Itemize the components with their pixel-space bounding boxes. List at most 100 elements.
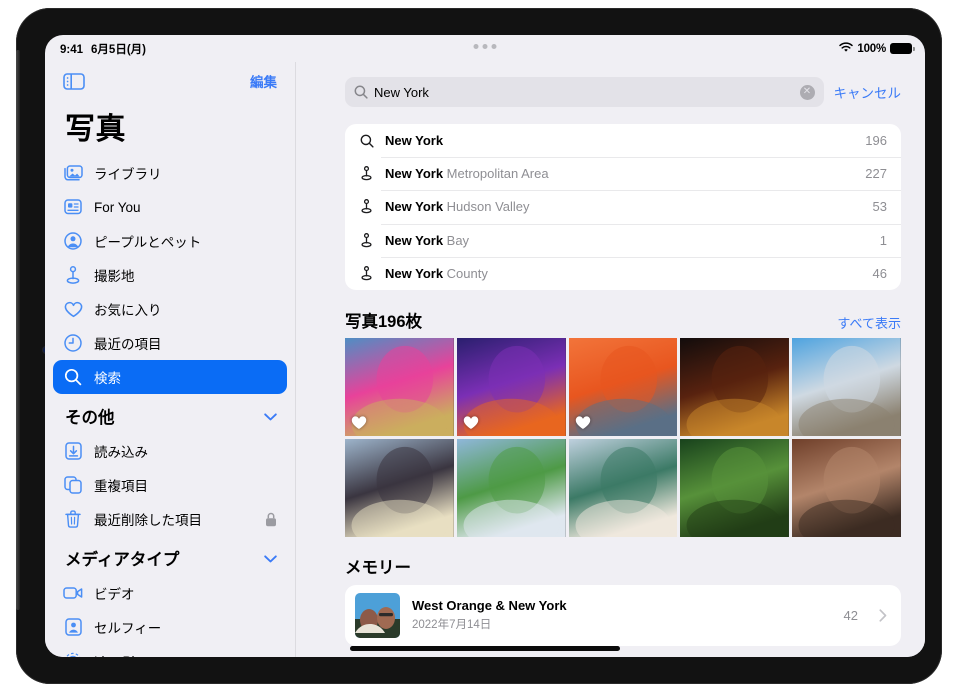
sidebar-section-title: メディアタイプ	[65, 546, 179, 570]
suggestion-label: New York Metropolitan Area	[385, 166, 855, 181]
suggestion-match: New York	[385, 233, 443, 248]
suggestion-row[interactable]: New York Hudson Valley 53	[345, 190, 901, 223]
suggestion-label: New York County	[385, 266, 863, 281]
suggestion-count: 1	[880, 233, 887, 248]
photos-section-title: 写真196枚	[345, 308, 422, 332]
memory-title: West Orange & New York	[412, 598, 832, 613]
suggestion-row[interactable]: New York Metropolitan Area 227	[345, 157, 901, 190]
search-input-value: New York	[374, 85, 794, 100]
photo-sunset-shore-blue-coat[interactable]	[569, 338, 678, 436]
suggestion-count: 53	[873, 199, 887, 214]
lock-icon	[265, 512, 277, 527]
search-icon	[63, 367, 83, 387]
sidebar-media-list: ビデオ セルフィー	[45, 576, 295, 657]
sidebar-item-recently-deleted[interactable]: 最近削除した項目	[53, 502, 287, 536]
suggestion-row[interactable]: New York 196	[345, 124, 901, 157]
photo-three-friends-outdoors[interactable]	[345, 439, 454, 537]
sidebar-item-for-you[interactable]: For You	[53, 190, 287, 224]
suggestion-match: New York	[385, 166, 443, 181]
map-signpost-icon	[358, 233, 375, 248]
map-signpost-icon	[358, 166, 375, 181]
clear-circle-icon[interactable]: ✕	[800, 85, 815, 100]
dot-1	[474, 44, 479, 49]
memories-section-title: メモリー	[345, 554, 925, 578]
sidebar-item-label: Live Photos	[94, 654, 277, 658]
photo-woman-green-floral-dress-sky[interactable]	[457, 439, 566, 537]
import-icon	[63, 441, 83, 461]
status-bar-right: 100%	[839, 42, 912, 56]
sidebar-item-imports[interactable]: 読み込み	[53, 434, 287, 468]
edit-button[interactable]: 編集	[250, 71, 277, 91]
trash-icon	[63, 509, 83, 529]
favorite-heart-icon	[463, 415, 479, 431]
suggestion-row[interactable]: New York Bay 1	[345, 224, 901, 257]
photo-woman-pink-jacket-sunflower[interactable]	[345, 338, 454, 436]
photo-green-leaf-water-droplets[interactable]	[680, 439, 789, 537]
sidebar-header: 編集	[45, 62, 295, 100]
sidebar-item-search[interactable]: 検索	[53, 360, 287, 394]
device-left-edge	[16, 50, 20, 610]
suggestion-label: New York	[385, 133, 855, 148]
search-icon	[354, 85, 368, 99]
search-bar-row: New York ✕ キャンセル	[297, 62, 925, 107]
suggestion-count: 196	[865, 133, 887, 148]
photo-woman-night-street-orange-top[interactable]	[457, 338, 566, 436]
sidebar-item-people-pets[interactable]: ピープルとペット	[53, 224, 287, 258]
sidebar-section-media-header[interactable]: メディアタイプ	[45, 536, 295, 576]
suggestion-match: New York	[385, 199, 443, 214]
memory-thumbnail-two-women	[355, 593, 400, 638]
sidebar-section-title: その他	[65, 404, 115, 428]
chevron-right-icon	[879, 609, 887, 622]
status-time: 9:41	[60, 44, 83, 56]
multitasking-control-button[interactable]	[474, 44, 497, 49]
chevron-down-icon	[264, 407, 277, 426]
cancel-button[interactable]: キャンセル	[834, 82, 902, 102]
suggestion-count: 227	[865, 166, 887, 181]
sidebar-item-label: For You	[94, 200, 277, 215]
sidebar-toggle-icon[interactable]	[63, 73, 85, 90]
sidebar-item-library[interactable]: ライブラリ	[53, 156, 287, 190]
sidebar-item-videos[interactable]: ビデオ	[53, 576, 287, 610]
map-signpost-icon	[358, 199, 375, 214]
suggestion-rest: Bay	[443, 233, 469, 248]
sidebar-item-favorites[interactable]: お気に入り	[53, 292, 287, 326]
sidebar-item-selfies[interactable]: セルフィー	[53, 610, 287, 644]
heart-icon	[63, 299, 83, 319]
memory-count: 42	[844, 608, 858, 623]
search-input[interactable]: New York ✕	[345, 77, 824, 107]
suggestion-label: New York Hudson Valley	[385, 199, 863, 214]
suggestion-match: New York	[385, 133, 443, 148]
video-icon	[63, 583, 83, 603]
places-pin-icon	[63, 265, 83, 285]
sidebar-item-places[interactable]: 撮影地	[53, 258, 287, 292]
sidebar-item-label: 読み込み	[94, 441, 277, 461]
photo-three-people-green-wall[interactable]	[569, 439, 678, 537]
map-signpost-icon	[358, 266, 375, 281]
photo-thumbnail	[680, 439, 789, 537]
sidebar-item-recents[interactable]: 最近の項目	[53, 326, 287, 360]
chevron-down-icon	[264, 549, 277, 568]
suggestion-row[interactable]: New York County 46	[345, 257, 901, 290]
sidebar-item-label: 重複項目	[94, 475, 277, 495]
ipad-screen: 9:41 6月5日(月) 100%	[45, 35, 925, 657]
sidebar-item-duplicates[interactable]: 重複項目	[53, 468, 287, 502]
wifi-icon	[839, 42, 853, 56]
photos-library-icon	[63, 163, 83, 183]
sidebar: 編集 写真 ライブラリ	[45, 62, 296, 657]
see-all-button[interactable]: すべて表示	[837, 313, 901, 332]
ipad-device-frame: 9:41 6月5日(月) 100%	[16, 8, 942, 684]
status-bar-left: 9:41 6月5日(月)	[60, 41, 146, 57]
memory-texts: West Orange & New York 2022年7月14日	[412, 598, 832, 632]
battery-icon	[890, 43, 912, 54]
sidebar-item-live-photos[interactable]: Live Photos	[53, 644, 287, 657]
photo-woman-white-dress-dock[interactable]	[792, 338, 901, 436]
photo-man-portrait-beard[interactable]	[792, 439, 901, 537]
sidebar-section-other-header[interactable]: その他	[45, 394, 295, 434]
favorite-heart-icon	[351, 415, 367, 431]
memory-date: 2022年7月14日	[412, 616, 832, 632]
photo-woman-dark-room-striped-sweater[interactable]	[680, 338, 789, 436]
suggestion-rest: Hudson Valley	[443, 199, 529, 214]
suggestion-rest: Metropolitan Area	[443, 166, 549, 181]
memory-row[interactable]: West Orange & New York 2022年7月14日 42	[345, 585, 901, 646]
page-title: 写真	[45, 100, 295, 156]
